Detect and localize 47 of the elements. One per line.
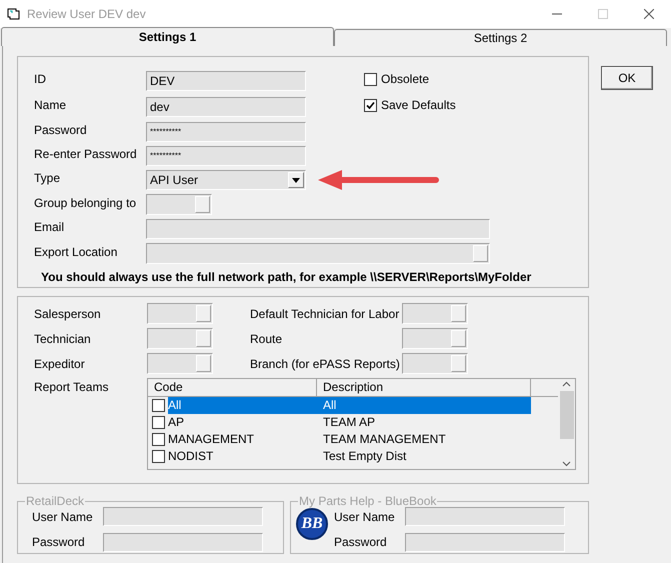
table-cell: All [317, 397, 531, 414]
list-row[interactable]: All All [148, 397, 558, 414]
password-field[interactable]: ********** [146, 146, 306, 166]
group-title: My Parts Help - BlueBook [298, 493, 438, 510]
field-label: Route [250, 330, 284, 348]
table-cell-text: AP [168, 414, 186, 431]
list-row[interactable]: MANAGEMENT TEAM MANAGEMENT [148, 431, 558, 448]
field-label: User Name [31, 508, 93, 526]
field-label: Branch (for ePASS Reports) [250, 356, 401, 372]
text-field[interactable]: dev [146, 97, 306, 117]
checkbox-label: Save Defaults [381, 97, 456, 114]
text-field[interactable]: DEV [146, 71, 306, 91]
logo-icon: BB [296, 508, 328, 540]
group-title: RetailDeck [25, 493, 86, 510]
field-label: Group belonging to [34, 194, 138, 212]
field-label: Name [34, 97, 68, 114]
field-label: Technician [34, 330, 92, 348]
table-cell-text: TEAM AP [322, 414, 376, 431]
type-dropdown[interactable]: API User [146, 170, 306, 190]
field-label: Email [34, 219, 66, 236]
field-label: Password [31, 534, 86, 552]
field-label: Export Location [34, 244, 118, 260]
path-note: You should always use the full network path, for example \\SERVER\Reports\MyFolder [41, 269, 532, 286]
table-cell-text: Test Empty Dist [322, 448, 408, 465]
table-cell-text: TEAM MANAGEMENT [322, 431, 447, 448]
report-teams-list[interactable]: Code Description All All AP TEAM AP MANAGEMENT TEAM MANAGEMENT NODIST Test Empty Dist [147, 378, 576, 470]
list-row[interactable]: AP TEAM AP [148, 414, 558, 431]
password-field[interactable]: ********** [146, 122, 306, 142]
tab[interactable]: Settings 2 [334, 29, 667, 46]
field-label: Re-enter Password [34, 146, 138, 163]
checkbox-label: Obsolete [381, 71, 430, 88]
table-cell: All [168, 397, 317, 414]
table-cell-text: NODIST [168, 448, 214, 465]
field-label: Password [34, 122, 88, 139]
field-label: User Name [334, 508, 395, 526]
field-label: Type [34, 170, 62, 187]
field-label: ID [34, 71, 47, 88]
field-label: Default Technician for Labor [250, 306, 400, 322]
field-label: Salesperson [34, 306, 102, 322]
ok-button[interactable]: OK [601, 66, 653, 90]
table-cell-text: MANAGEMENT [168, 431, 256, 448]
field-label: Report Teams [34, 379, 110, 396]
window-title: Review User DEV dev [27, 6, 146, 23]
field-label: Expeditor [34, 356, 86, 372]
tab[interactable]: Settings 1 [1, 27, 334, 46]
list-row[interactable]: NODIST Test Empty Dist [148, 448, 558, 465]
field-label: Password [334, 534, 388, 552]
